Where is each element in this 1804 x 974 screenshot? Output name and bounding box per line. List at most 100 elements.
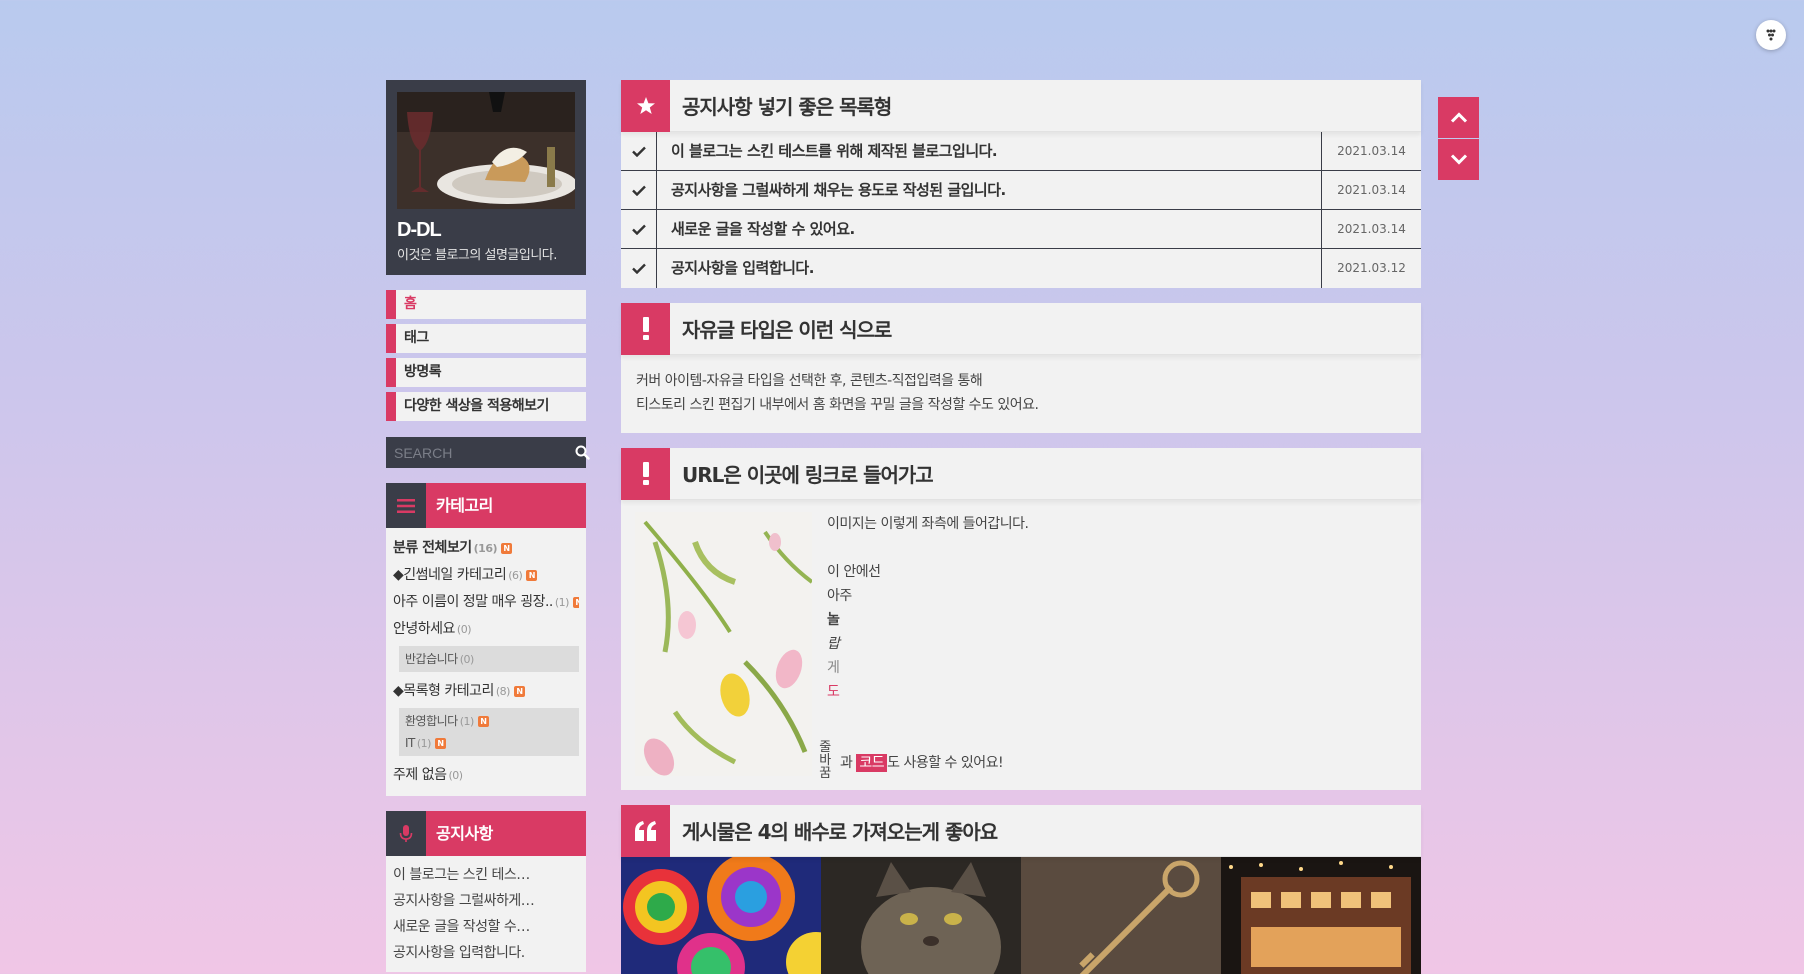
exclamation-icon: [621, 302, 670, 355]
category-title: 카테고리: [436, 496, 493, 515]
menu-icon: [386, 483, 426, 528]
new-badge: N: [477, 716, 489, 727]
panel-title: 게시물은 4의 배수로 가져오는게 좋아요: [682, 820, 998, 844]
category-all[interactable]: 분류 전체보기 (16) N: [393, 535, 579, 562]
notice-table: 이 블로그는 스킨 테스트를 위해 제작된 블로그입니다. 2021.03.14…: [621, 132, 1421, 288]
url-text-line: 아주: [827, 588, 852, 604]
notice-link[interactable]: 공지사항을 입력합니다.: [393, 940, 579, 966]
free-text-line: 티스토리 스킨 편집기 내부에서 홈 화면을 꾸밀 글을 작성할 수도 있어요.: [636, 397, 1039, 413]
notice-row-title: 공지사항을 입력합니다.: [671, 259, 814, 277]
notice-link[interactable]: 새로운 글을 작성할 수…: [393, 914, 579, 940]
url-body: 이미지는 이렇게 좌측에 들어갑니다. 이 안에선 아주 놀 랍 게 도 줄바꿈…: [621, 500, 1421, 790]
notice-row[interactable]: 새로운 글을 작성할 수 있어요. 2021.03.14: [621, 210, 1421, 249]
category-count: (0): [448, 769, 463, 782]
notice-link[interactable]: 이 블로그는 스킨 테스…: [393, 862, 579, 888]
category-item[interactable]: ◆긴썸네일 카테고리 (6) N: [393, 562, 579, 589]
nav-item-tag[interactable]: 태그: [386, 324, 586, 353]
free-text-panel: 자유글 타입은 이런 식으로 커버 아이템-자유글 타입을 선택한 후, 콘텐츠…: [621, 302, 1421, 433]
check-icon: [621, 210, 657, 248]
accent-text: 도: [827, 684, 840, 700]
profile-image[interactable]: [397, 92, 575, 209]
cat-thumbnail[interactable]: [821, 857, 1021, 974]
category-item[interactable]: 아주 이름이 정말 매우 굉장.. (1) N: [393, 589, 579, 616]
check-icon: [621, 132, 657, 170]
blog-name[interactable]: D-DL: [397, 219, 575, 242]
notice-row-title: 공지사항을 그럴싸하게 채우는 용도로 작성된 글입니다.: [671, 181, 1006, 199]
street-thumbnail[interactable]: [1221, 857, 1421, 974]
key-thumbnail[interactable]: [1021, 857, 1221, 974]
category-count: (8): [495, 685, 511, 698]
code-tag: 코드: [856, 754, 888, 772]
subcategory-label: 환영합니다: [405, 714, 458, 728]
category-label: ◆긴썸네일 카테고리: [393, 567, 507, 583]
check-icon: [621, 249, 657, 288]
new-badge: N: [572, 597, 579, 608]
panel-title: URL은 이곳에 링크로 들어가고: [682, 463, 934, 487]
rainbow-rose-thumbnail[interactable]: [621, 857, 821, 974]
category-label: ◆목록형 카테고리: [393, 683, 494, 699]
scroll-top-button[interactable]: [1438, 97, 1479, 138]
exclamation-icon: [621, 447, 670, 500]
notice-row-date: 2021.03.14: [1321, 171, 1421, 209]
code-suffix: 도 사용할 수 있어요!: [887, 755, 1004, 771]
search-input[interactable]: [394, 444, 575, 461]
subcategory-box: 환영합니다 (1) N IT (1) N: [399, 708, 579, 756]
new-badge: N: [501, 543, 513, 554]
search-button[interactable]: [575, 443, 590, 463]
check-icon: [621, 171, 657, 209]
category-list: 분류 전체보기 (16) N ◆긴썸네일 카테고리 (6) N 아주 이름이 정말 매우…: [386, 528, 586, 796]
search-box: [386, 437, 590, 468]
category-header: 카테고리: [386, 483, 586, 528]
notice-widget: 공지사항 이 블로그는 스킨 테스… 공지사항을 그럴싸하게… 새로운 글을 작…: [386, 811, 586, 972]
subcategory-item[interactable]: 반갑습니다 (0): [405, 648, 573, 670]
category-item[interactable]: ◆목록형 카테고리 (8) N: [393, 678, 579, 705]
notice-row-date: 2021.03.14: [1321, 132, 1421, 170]
main-content: 공지사항 넣기 좋은 목록형 이 블로그는 스킨 테스트를 위해 제작된 블로그…: [621, 79, 1421, 974]
profile-card: D-DL 이것은 블로그의 설명글입니다.: [386, 80, 586, 275]
scroll-bottom-button[interactable]: [1438, 139, 1479, 180]
notice-list: 이 블로그는 스킨 테스… 공지사항을 그럴싸하게… 새로운 글을 작성할 수……: [386, 856, 586, 972]
notice-row[interactable]: 공지사항을 입력합니다. 2021.03.12: [621, 249, 1421, 288]
nav-item-colors[interactable]: 다양한 색상을 적용해보기: [386, 392, 586, 421]
category-widget: 카테고리 분류 전체보기 (16) N ◆긴썸네일 카테고리 (6) N 아주 이름이 …: [386, 483, 586, 796]
new-badge: N: [526, 570, 538, 581]
notice-row-date: 2021.03.12: [1321, 249, 1421, 288]
panel-header: 공지사항 넣기 좋은 목록형: [621, 79, 1421, 132]
subcategory-label: 반갑습니다: [405, 652, 458, 666]
free-text-line: 커버 아이템-자유글 타입을 선택한 후, 콘텐츠-직접입력을 통해: [636, 373, 983, 389]
more-menu-button[interactable]: [1756, 20, 1786, 50]
category-count: (0): [456, 623, 472, 636]
search-icon: [575, 445, 590, 460]
category-label: 주제 없음: [393, 767, 447, 783]
italic-text: 랍: [827, 636, 840, 652]
panel-header[interactable]: URL은 이곳에 링크로 들어가고: [621, 447, 1421, 500]
scroll-buttons: [1438, 97, 1479, 181]
url-text-line: 이 안에선: [827, 564, 881, 580]
notice-link[interactable]: 공지사항을 그럴싸하게…: [393, 888, 579, 914]
bold-text: 놀: [827, 612, 840, 628]
star-icon: [621, 79, 670, 132]
sidebar: D-DL 이것은 블로그의 설명글입니다. 홈 태그 방명록 다양한 색상을 적…: [386, 80, 590, 972]
notice-title: 공지사항: [436, 824, 493, 843]
notice-row[interactable]: 이 블로그는 스킨 테스트를 위해 제작된 블로그입니다. 2021.03.14: [621, 132, 1421, 171]
chevron-down-icon: [1450, 154, 1467, 165]
category-count: (1): [554, 596, 570, 609]
chevron-up-icon: [1450, 112, 1467, 123]
subcategory-item[interactable]: IT (1) N: [405, 732, 573, 754]
gallery-panel: 게시물은 4의 배수로 가져오는게 좋아요: [621, 804, 1421, 974]
nav-item-home[interactable]: 홈: [386, 290, 586, 319]
category-item[interactable]: 주제 없음 (0): [393, 762, 579, 789]
nav-item-guestbook[interactable]: 방명록: [386, 358, 586, 387]
url-panel: URL은 이곳에 링크로 들어가고 이미지는 이렇게 좌측에 들어갑니다. 이 …: [621, 447, 1421, 790]
notice-panel: 공지사항 넣기 좋은 목록형 이 블로그는 스킨 테스트를 위해 제작된 블로그…: [621, 79, 1421, 288]
category-count: (0): [459, 653, 475, 666]
category-item[interactable]: 안녕하세요 (0): [393, 616, 579, 643]
tulip-image[interactable]: [635, 512, 812, 776]
subcategory-item[interactable]: 환영합니다 (1) N: [405, 710, 573, 732]
category-count: (1): [459, 715, 475, 728]
notice-row[interactable]: 공지사항을 그럴싸하게 채우는 용도로 작성된 글입니다. 2021.03.14: [621, 171, 1421, 210]
new-badge: N: [434, 738, 446, 749]
category-all-label: 분류 전체보기: [393, 540, 472, 556]
blog-description: 이것은 블로그의 설명글입니다.: [397, 248, 557, 263]
